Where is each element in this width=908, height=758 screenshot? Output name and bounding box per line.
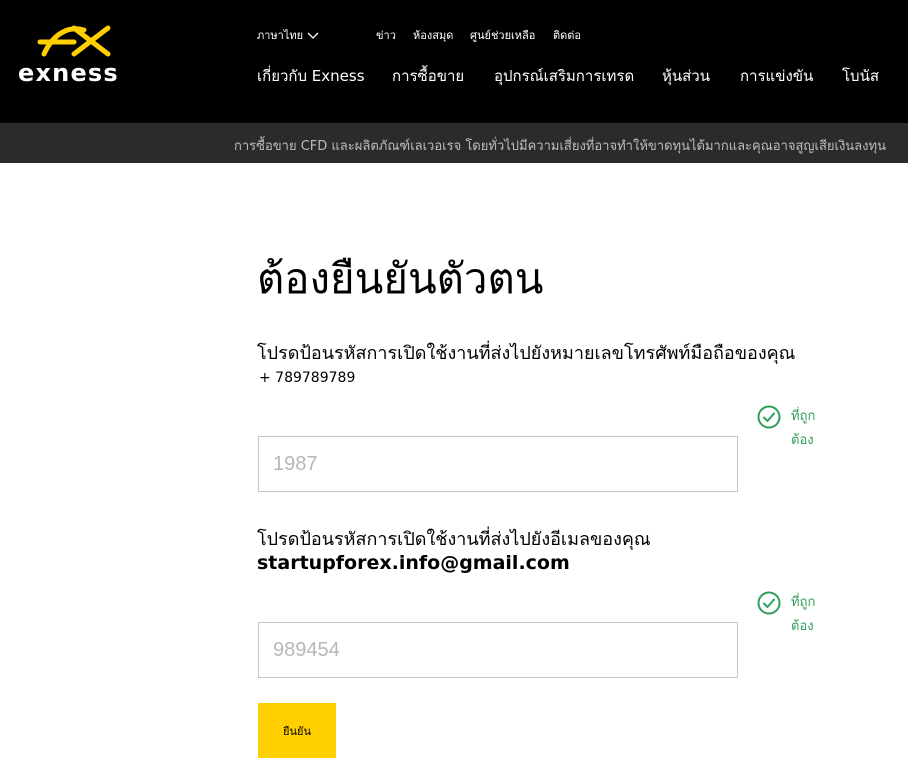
- language-selector[interactable]: ภาษาไทย: [257, 26, 319, 44]
- check-circle-icon: [757, 591, 781, 615]
- exness-logo-icon: [37, 25, 111, 57]
- phone-code-instruction: โปรดป้อนรหัสการเปิดใช้งานที่ส่งไปยังหมาย…: [257, 343, 796, 364]
- util-link-library[interactable]: ห้องสมุด: [413, 26, 453, 44]
- confirm-button[interactable]: ยืนยัน: [258, 703, 336, 758]
- exness-logo[interactable]: exness: [18, 24, 128, 87]
- page-title: ต้องยืนยันตัวตน: [257, 254, 544, 303]
- nav-item-contests[interactable]: การแข่งขัน: [740, 64, 813, 88]
- check-circle-icon: [757, 405, 781, 429]
- valid-label: ที่ถูกต้อง: [791, 409, 816, 448]
- email-code-instruction: โปรดป้อนรหัสการเปิดใช้งานที่ส่งไปยังอีเม…: [257, 529, 651, 550]
- logo-wordmark: exness: [18, 59, 119, 87]
- nav-item-trading[interactable]: การซื้อขาย: [392, 64, 464, 88]
- chevron-down-icon: [307, 32, 319, 39]
- site-header: exness ภาษาไทย ข่าว ห้องสมุด ศูนย์ช่วยเห…: [0, 0, 908, 123]
- util-link-contact[interactable]: ติดต่อ: [553, 26, 581, 44]
- valid-label: ที่ถูกต้อง: [791, 595, 816, 634]
- email-code-valid-indicator: ที่ถูกต้อง: [757, 591, 819, 639]
- nav-item-partners[interactable]: หุ้นส่วน: [662, 64, 710, 88]
- util-link-help-center[interactable]: ศูนย์ช่วยเหลือ: [470, 26, 535, 44]
- nav-item-bonus[interactable]: โบนัส: [842, 64, 879, 88]
- phone-code-input[interactable]: [258, 436, 738, 492]
- risk-warning-text: การซื้อขาย CFD และผลิตภัณฑ์เลเวอเรจ โดยท…: [234, 139, 886, 154]
- email-code-input[interactable]: [258, 622, 738, 678]
- language-label: ภาษาไทย: [257, 29, 304, 42]
- email-address: startupforex.info@gmail.com: [257, 552, 570, 574]
- risk-warning-bar: การซื้อขาย CFD และผลิตภัณฑ์เลเวอเรจ โดยท…: [0, 123, 908, 163]
- phone-code-valid-indicator: ที่ถูกต้อง: [757, 405, 819, 453]
- nav-item-trading-tools[interactable]: อุปกรณ์เสริมการเทรด: [494, 64, 634, 88]
- util-link-news[interactable]: ข่าว: [376, 26, 396, 44]
- nav-item-about[interactable]: เกี่ยวกับ Exness: [257, 64, 365, 88]
- phone-number: + 789789789: [259, 370, 356, 386]
